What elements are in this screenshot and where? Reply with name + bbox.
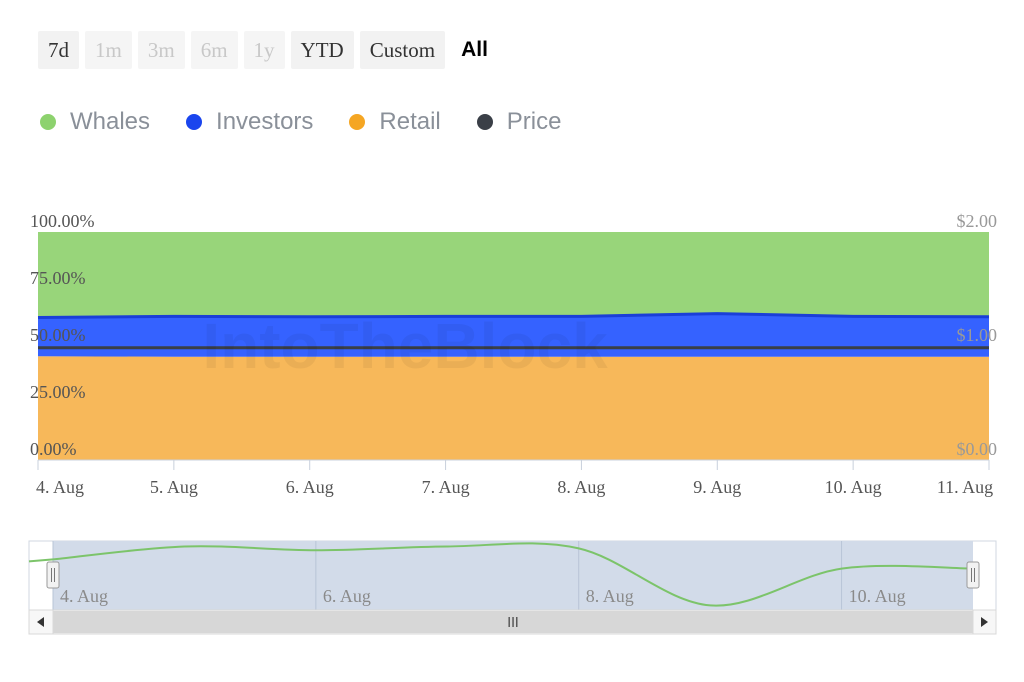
y-left-tick-label: 0.00% (30, 439, 77, 459)
y-right-tick-label: $2.00 (957, 211, 998, 231)
y-left-tick-label: 25.00% (30, 382, 86, 402)
x-tick-label: 9. Aug (693, 477, 741, 497)
x-tick-label: 8. Aug (557, 477, 605, 497)
navigator-label: 4. Aug (60, 586, 108, 606)
y-right-tick-label: $0.00 (957, 439, 998, 459)
area-whales (38, 232, 989, 318)
watermark: IntoTheBlock (202, 310, 608, 382)
navigator-selection[interactable] (53, 541, 973, 610)
y-left-tick-label: 75.00% (30, 268, 86, 288)
navigator-label: 10. Aug (849, 586, 906, 606)
x-tick-label: 10. Aug (825, 477, 882, 497)
scrollbar-grip-icon[interactable]: III (507, 616, 519, 631)
x-tick-label: 11. Aug (937, 477, 993, 497)
x-tick-label: 6. Aug (286, 477, 334, 497)
y-right-tick-label: $1.00 (957, 325, 998, 345)
x-tick-label: 4. Aug (36, 477, 84, 497)
y-left-tick-label: 100.00% (30, 211, 95, 231)
navigator-handle-left[interactable] (46, 561, 60, 589)
scrollbar[interactable]: III (28, 609, 997, 635)
chart: IntoTheBlock 0.00% 25.00% 50.00% 75.00% 100.… (28, 211, 998, 635)
scroll-left-arrow-icon[interactable] (28, 609, 54, 635)
x-tick-label: 7. Aug (422, 477, 470, 497)
navigator-handle-right[interactable] (966, 561, 980, 589)
x-tick-label: 5. Aug (150, 477, 198, 497)
scroll-right-arrow-icon[interactable] (972, 609, 997, 635)
navigator-label: 6. Aug (323, 586, 371, 606)
y-left-tick-label: 50.00% (30, 325, 86, 345)
navigator-label: 8. Aug (586, 586, 634, 606)
